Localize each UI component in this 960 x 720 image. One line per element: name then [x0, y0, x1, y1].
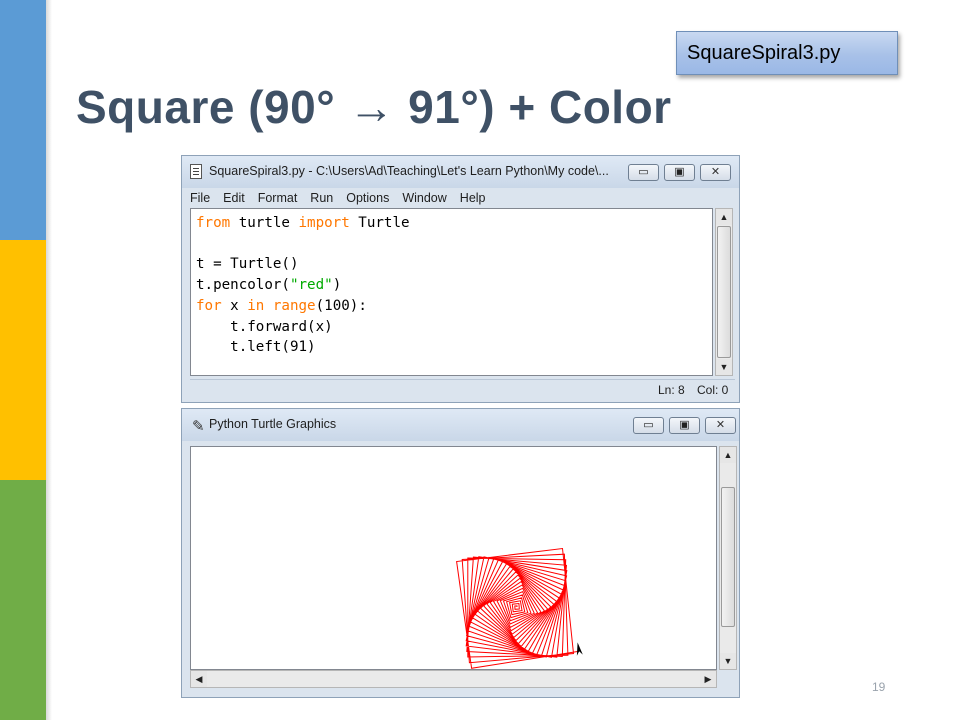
idle-editor-window: SquareSpiral3.py - C:\Users\Ad\Teaching\… [181, 155, 740, 403]
menu-help[interactable]: Help [460, 188, 486, 208]
turtle-window-title: Python Turtle Graphics [209, 417, 337, 431]
code-keyword: in [247, 297, 265, 314]
code-line: t.forward(x) [196, 318, 333, 335]
code-text-segment [264, 298, 273, 314]
code-editor[interactable]: from turtle import Turtle t = Turtle() t… [190, 208, 713, 376]
editor-titlebar[interactable]: SquareSpiral3.py - C:\Users\Ad\Teaching\… [182, 156, 739, 188]
code-keyword: from [196, 215, 231, 231]
menu-format[interactable]: Format [258, 188, 298, 208]
turtle-drawing [456, 547, 583, 669]
status-column: Col: 0 [697, 383, 729, 397]
code-line: t = Turtle() [196, 256, 299, 273]
accent-bar-yellow [0, 240, 46, 480]
red-spiral-path [456, 547, 580, 669]
menu-file[interactable]: File [190, 188, 210, 208]
python-file-icon [190, 164, 202, 179]
editor-window-title: SquareSpiral3.py - C:\Users\Ad\Teaching\… [209, 164, 609, 178]
scroll-up-arrow-icon[interactable]: ▲ [720, 447, 736, 463]
status-line: Ln: 8 [658, 383, 685, 397]
page-number: 19 [872, 680, 886, 694]
scroll-down-arrow-icon[interactable]: ▼ [720, 653, 736, 669]
close-button[interactable]: ✕ [700, 164, 731, 181]
menu-run[interactable]: Run [310, 188, 333, 208]
code-text-segment: ) [332, 277, 342, 294]
scroll-down-arrow-icon[interactable]: ▼ [716, 359, 732, 375]
menu-window[interactable]: Window [402, 188, 446, 208]
maximize-button[interactable]: ▣ [669, 417, 700, 434]
accent-bar-shadow [46, 0, 52, 720]
code-text-segment: t.pencolor( [196, 277, 290, 294]
turtle-canvas[interactable] [190, 446, 717, 670]
turtle-arrow-icon [576, 642, 583, 656]
code-keyword: for [196, 297, 222, 314]
close-button[interactable]: ✕ [705, 417, 736, 434]
code-text-segment: turtle [230, 215, 299, 231]
accent-bar-green [0, 480, 46, 720]
scrollbar-thumb[interactable] [717, 226, 731, 358]
feather-icon: ✎ [192, 418, 205, 435]
code-text-segment: (100): [315, 297, 367, 314]
menu-options[interactable]: Options [346, 188, 389, 208]
editor-menubar: File Edit Format Run Options Window Help [190, 188, 731, 208]
minimize-button[interactable]: ▭ [628, 164, 659, 181]
canvas-vertical-scrollbar[interactable]: ▲ ▼ [719, 446, 737, 670]
scrollbar-thumb[interactable] [721, 487, 735, 627]
code-text-segment: Turtle [349, 215, 410, 231]
scroll-right-arrow-icon[interactable]: ▶ [700, 671, 716, 687]
editor-vertical-scrollbar[interactable]: ▲ ▼ [715, 208, 733, 376]
editor-statusbar: Ln: 8 Col: 0 [190, 379, 735, 400]
filename-callout: SquareSpiral3.py [676, 31, 898, 75]
turtle-graphics-window: ✎ Python Turtle Graphics ▭ ▣ ✕ ▲ ▼ ◀ ▶ [181, 408, 740, 698]
scroll-left-arrow-icon[interactable]: ◀ [191, 671, 207, 687]
canvas-horizontal-scrollbar[interactable]: ◀ ▶ [190, 670, 717, 688]
code-string: "red" [289, 277, 333, 294]
turtle-titlebar[interactable]: ✎ Python Turtle Graphics ▭ ▣ ✕ [182, 409, 739, 441]
code-builtin: range [272, 297, 316, 314]
scroll-up-arrow-icon[interactable]: ▲ [716, 209, 732, 225]
maximize-button[interactable]: ▣ [664, 164, 695, 181]
code-text: from turtle import Turtle t = Turtle() t… [196, 213, 410, 358]
menu-edit[interactable]: Edit [223, 188, 245, 208]
code-keyword: import [298, 215, 350, 231]
minimize-button[interactable]: ▭ [633, 417, 664, 434]
accent-bar-blue [0, 0, 46, 240]
code-line: t.left(91) [196, 339, 316, 356]
code-text-segment: x [221, 297, 248, 314]
slide-title: Square (90° → 91°) + Color [76, 81, 672, 133]
